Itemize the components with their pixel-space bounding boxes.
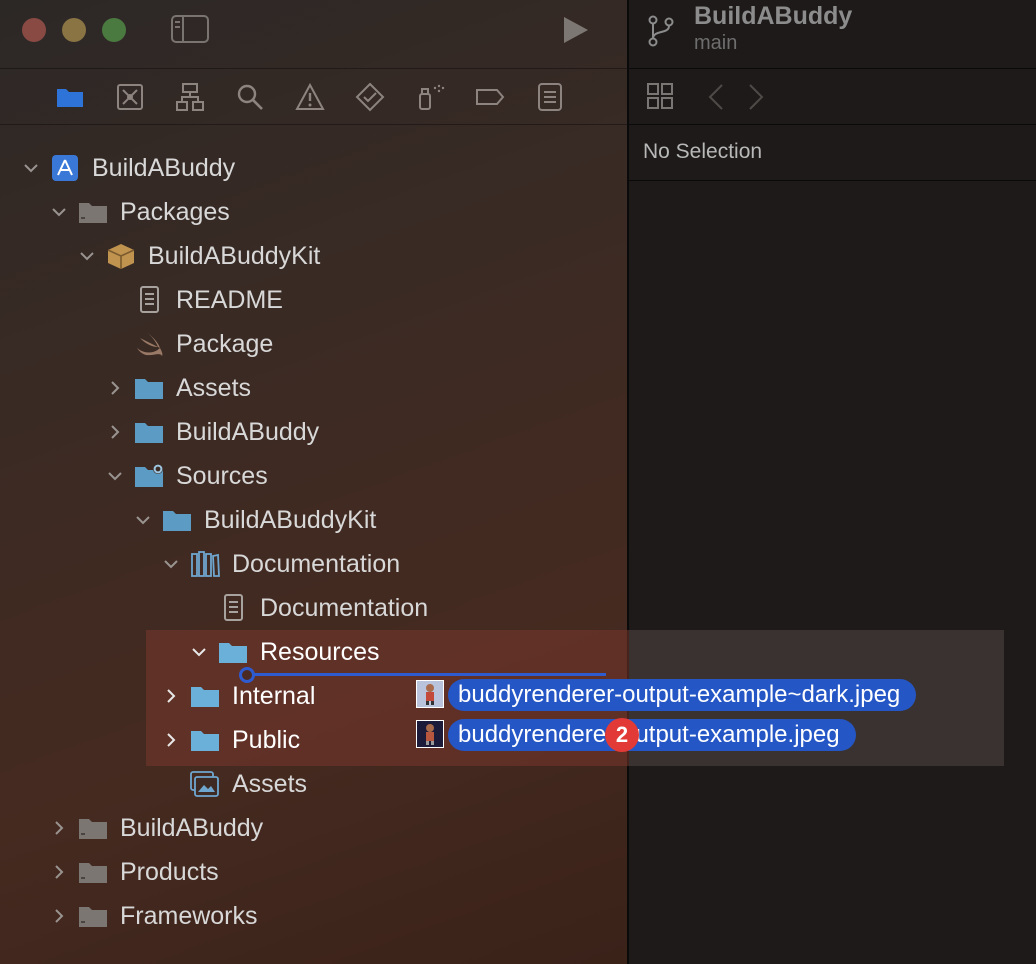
chevron-down-icon[interactable] — [162, 555, 180, 573]
run-play-icon[interactable] — [562, 15, 590, 45]
folder-group-icon — [79, 907, 107, 927]
project-title: BuildABuddy — [694, 2, 853, 30]
chevron-right-icon[interactable] — [162, 731, 180, 749]
inspector-tabs-divider — [629, 124, 1036, 125]
image-thumbnail-icon — [416, 720, 444, 748]
tree-row-products[interactable]: Products — [0, 850, 628, 894]
chevron-down-icon[interactable] — [106, 467, 124, 485]
inspector-toolbar-divider — [629, 68, 1036, 69]
tree-row-package-swift[interactable]: Package — [0, 322, 628, 366]
related-items-grid-icon[interactable] — [646, 82, 674, 110]
tree-label: Internal — [232, 682, 316, 710]
folder-icon — [135, 423, 163, 443]
symbol-navigator-icon[interactable] — [175, 82, 205, 112]
tree-label: BuildABuddy — [120, 814, 264, 842]
find-navigator-icon[interactable] — [235, 82, 265, 112]
tree-label: Assets — [232, 770, 308, 798]
chevron-right-icon[interactable] — [50, 819, 68, 837]
tree-row-app-group[interactable]: BuildABuddy — [0, 806, 628, 850]
tree-label: Sources — [176, 462, 268, 490]
tree-label: Frameworks — [120, 902, 258, 930]
tree-row-sources-kit[interactable]: BuildABuddyKit — [0, 498, 628, 542]
tabs-divider — [0, 124, 628, 125]
folder-icon — [219, 643, 247, 663]
chevron-down-icon[interactable] — [22, 159, 40, 177]
tree-label: README — [176, 286, 283, 314]
back-chevron-icon[interactable] — [706, 82, 726, 112]
tree-label: BuildABuddyKit — [148, 242, 321, 270]
folder-icon — [163, 511, 191, 531]
tree-row-project[interactable]: BuildABuddy — [0, 146, 628, 190]
package-box-icon — [107, 244, 135, 269]
app-project-icon — [52, 155, 78, 181]
folder-icon — [191, 731, 219, 751]
minimize-window-button[interactable] — [62, 18, 86, 42]
warning-icon[interactable] — [295, 82, 325, 112]
tree-row-kit-package[interactable]: BuildABuddyKit — [0, 234, 628, 278]
document-icon — [224, 594, 243, 621]
test-diamond-icon[interactable] — [355, 82, 385, 112]
tree-row-buildabuddy-folder[interactable]: BuildABuddy — [0, 410, 628, 454]
zoom-window-button[interactable] — [102, 18, 126, 42]
folder-icon — [135, 379, 163, 399]
tree-label: Packages — [120, 198, 230, 226]
tree-row-resources[interactable]: Resources — [0, 630, 628, 674]
no-selection-label: No Selection — [643, 140, 763, 163]
tree-label: BuildABuddy — [176, 418, 320, 446]
tree-row-frameworks[interactable]: Frameworks — [0, 894, 628, 938]
folder-group-icon — [79, 203, 107, 223]
dragged-file-pill[interactable]: buddyrenderer-output-example~dark.jpeg — [448, 679, 917, 711]
report-list-icon[interactable] — [535, 82, 565, 112]
tree-label: Documentation — [260, 594, 429, 622]
dragged-file-pill[interactable]: buddyrenderer-output-example.jpeg — [448, 719, 856, 751]
chevron-down-icon[interactable] — [134, 511, 152, 529]
tree-label: Public — [232, 726, 301, 754]
drag-count-badge: 2 — [605, 718, 639, 752]
chevron-right-icon[interactable] — [106, 423, 124, 441]
branch-icon — [646, 12, 676, 48]
tree-row-documentation-file[interactable]: Documentation — [0, 586, 628, 630]
swift-file-icon — [137, 332, 163, 356]
tree-label: Documentation — [232, 550, 401, 578]
source-control-navigator-icon[interactable] — [115, 82, 145, 112]
debug-spray-icon[interactable] — [415, 82, 445, 112]
folder-icon — [191, 687, 219, 707]
tree-label: Products — [120, 858, 219, 886]
documentation-catalog-icon — [191, 551, 220, 577]
chevron-down-icon[interactable] — [78, 247, 96, 265]
chevron-right-icon[interactable] — [50, 863, 68, 881]
asset-catalog-icon — [190, 771, 219, 797]
chevron-down-icon[interactable] — [50, 203, 68, 221]
document-icon — [140, 286, 159, 313]
tree-label: Assets — [176, 374, 252, 402]
tree-row-assets[interactable]: Assets — [0, 366, 628, 410]
tree-row-readme[interactable]: README — [0, 278, 628, 322]
tree-label: BuildABuddyKit — [204, 506, 377, 534]
tree-row-documentation-catalog[interactable]: Documentation — [0, 542, 628, 586]
folder-navigator-icon[interactable] — [55, 82, 85, 112]
source-folder-icon — [135, 464, 163, 487]
sidebar-toggle-icon[interactable] — [170, 14, 210, 44]
folder-group-icon — [79, 863, 107, 883]
image-thumbnail-icon — [416, 680, 444, 708]
folder-group-icon — [79, 819, 107, 839]
chevron-right-icon[interactable] — [162, 687, 180, 705]
tree-row-packages[interactable]: Packages — [0, 190, 628, 234]
tree-row-sources[interactable]: Sources — [0, 454, 628, 498]
chevron-right-icon[interactable] — [50, 907, 68, 925]
tree-label: BuildABuddy — [92, 154, 236, 182]
breakpoint-tag-icon[interactable] — [475, 82, 505, 112]
tree-row-doc-assets[interactable]: Assets — [0, 762, 628, 806]
tree-label: Package — [176, 330, 274, 358]
chevron-down-icon[interactable] — [190, 643, 208, 661]
close-window-button[interactable] — [22, 18, 46, 42]
toolbar-divider — [0, 68, 628, 69]
chevron-right-icon[interactable] — [106, 379, 124, 397]
forward-chevron-icon[interactable] — [746, 82, 766, 112]
inspector-header-divider — [629, 180, 1036, 181]
branch-name: main — [694, 32, 738, 54]
tree-label: Resources — [260, 638, 380, 666]
